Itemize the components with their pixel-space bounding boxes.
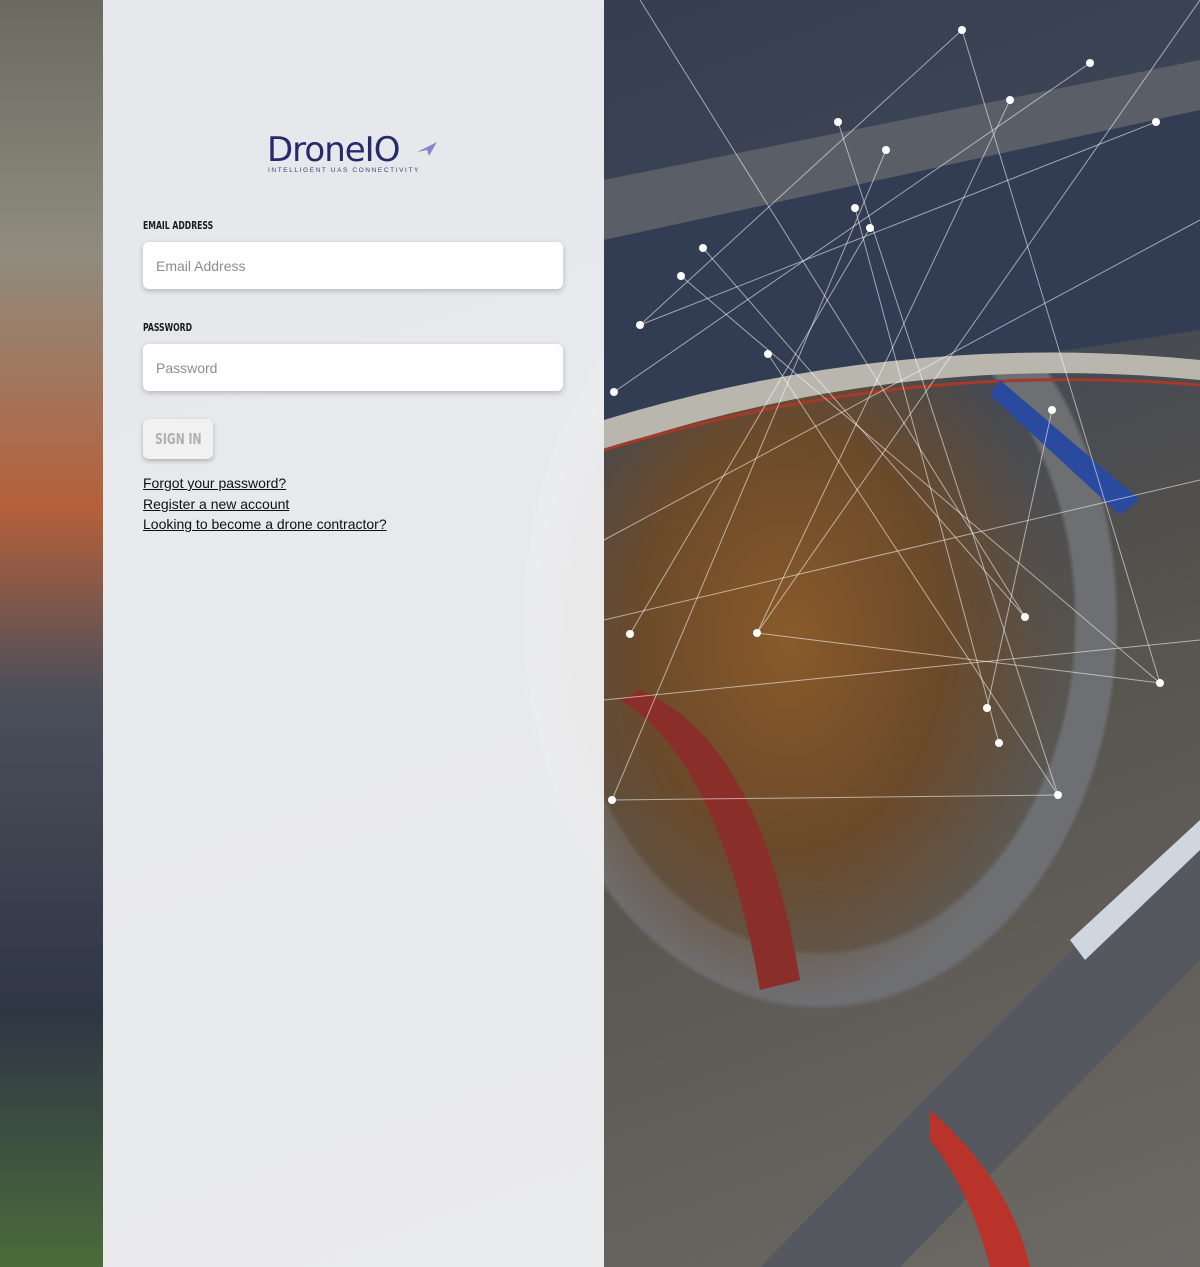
email-label: EMAIL ADDRESS bbox=[143, 219, 214, 232]
email-field[interactable] bbox=[143, 242, 563, 289]
password-label: PASSWORD bbox=[143, 321, 193, 334]
sign-in-button[interactable]: SIGN IN bbox=[143, 419, 213, 459]
logo-tagline: INTELLIGENT UAS CONNECTIVITY bbox=[268, 167, 420, 174]
sign-in-label: SIGN IN bbox=[154, 430, 202, 448]
droneio-logo: DroneIO INTELLIGENT UAS CONNECTIVITY bbox=[267, 130, 442, 180]
drone-contractor-link[interactable]: Looking to become a drone contractor? bbox=[143, 516, 387, 532]
register-link[interactable]: Register a new account bbox=[143, 496, 289, 512]
aerial-left-strip bbox=[0, 0, 103, 1267]
drone-icon bbox=[417, 142, 437, 156]
password-field[interactable] bbox=[143, 344, 563, 391]
login-panel bbox=[103, 0, 604, 1267]
forgot-password-link[interactable]: Forgot your password? bbox=[143, 475, 286, 491]
logo-wordmark: DroneIO bbox=[267, 130, 400, 170]
